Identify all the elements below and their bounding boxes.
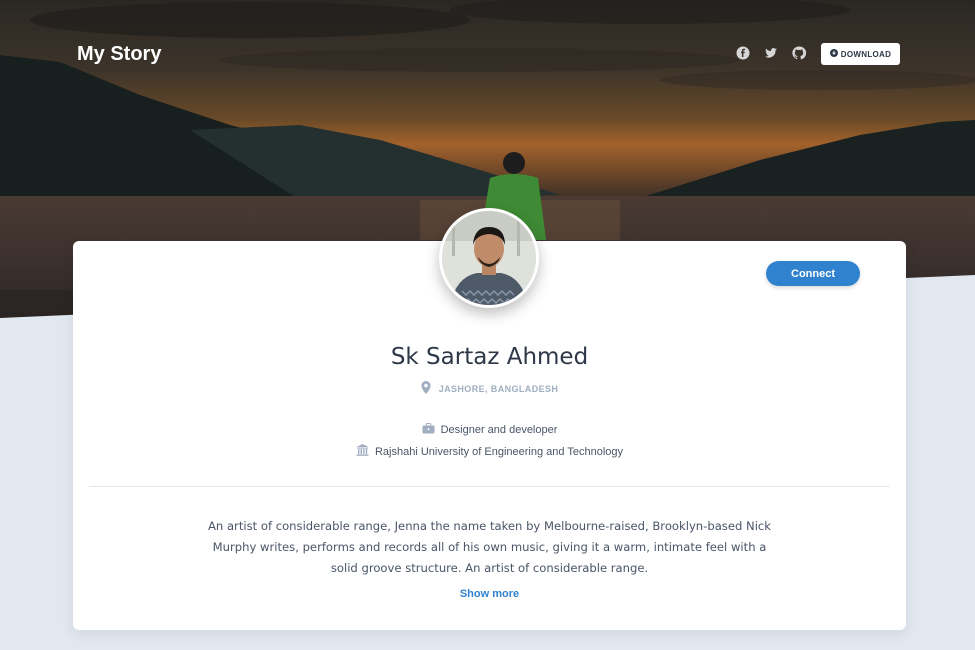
location-text: JASHORE, BANGLADESH [438, 383, 559, 394]
download-label: DOWNLOAD [840, 49, 892, 59]
profile-bio: An artist of considerable range, Jenna t… [207, 519, 771, 575]
divider [89, 486, 890, 487]
profile-location: JASHORE, BANGLADESH [73, 381, 906, 396]
profile-institution: Rajshahi University of Engineering and T… [73, 444, 906, 459]
arrow-down-circle-icon [829, 49, 838, 59]
download-button[interactable]: DOWNLOAD [821, 43, 900, 65]
profile-name: Sk Sartaz Ahmed [390, 344, 589, 370]
map-marker-icon [421, 381, 431, 396]
twitter-icon[interactable] [763, 45, 779, 61]
connect-button[interactable]: Connect [766, 261, 860, 286]
brand-title[interactable]: My Story [77, 43, 161, 66]
institution-text: Rajshahi University of Engineering and T… [374, 445, 624, 458]
briefcase-icon [422, 423, 435, 437]
navbar: My Story DOWNLOAD [0, 0, 975, 110]
github-icon[interactable] [791, 45, 807, 61]
show-more-link[interactable]: Show more [73, 588, 906, 600]
facebook-icon[interactable] [735, 45, 751, 61]
university-icon [356, 444, 369, 459]
role-text: Designer and developer [440, 424, 558, 436]
profile-role: Designer and developer [73, 423, 906, 437]
avatar [439, 208, 539, 308]
